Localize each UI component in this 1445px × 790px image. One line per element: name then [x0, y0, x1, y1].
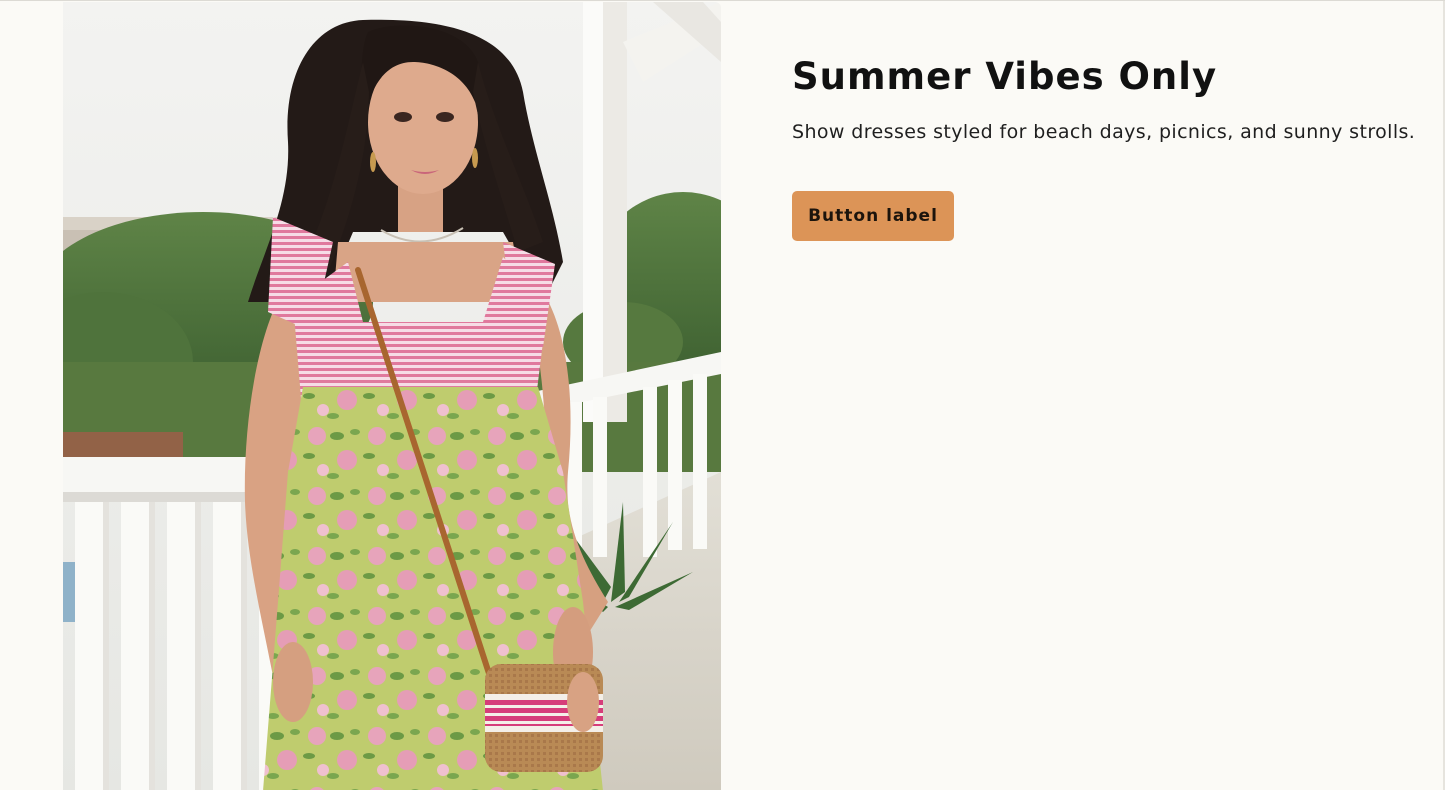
hero-title: Summer Vibes Only [792, 55, 1218, 98]
hero-subtitle: Show dresses styled for beach days, picn… [792, 121, 1416, 143]
hero-image [63, 2, 721, 790]
cta-button[interactable]: Button label [792, 191, 954, 241]
hero-section: Summer Vibes Only Show dresses styled fo… [0, 0, 1445, 790]
